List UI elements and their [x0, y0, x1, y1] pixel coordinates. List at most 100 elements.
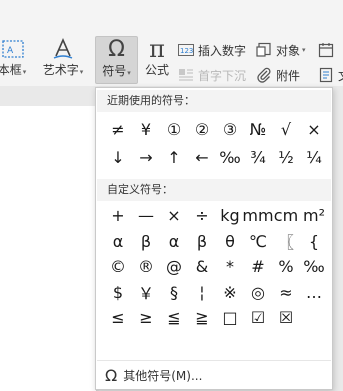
symbol-cell[interactable]: → — [132, 143, 160, 171]
text-document-label: 文 — [338, 67, 343, 84]
textbox-icon: A — [0, 36, 25, 62]
paperclip-icon — [256, 67, 272, 83]
symbol-cell[interactable]: kg — [216, 203, 244, 229]
text-document-button[interactable]: 文 — [318, 65, 343, 85]
insert-number-label: 插入数字 — [198, 43, 247, 58]
number-icon: 123 — [178, 42, 194, 58]
formula-label: 公式 — [144, 63, 169, 77]
symbol-cell[interactable]: ‰ — [216, 143, 244, 171]
object-label: 对象 — [276, 43, 301, 58]
ribbon-toolbar: A 本框▾ 艺术字▾ Ω 符号▾ π 公式 123 插入数字 首字下沉 对象 ▾… — [0, 0, 343, 86]
symbol-cell[interactable]: β — [188, 229, 216, 255]
symbol-cell[interactable]: ☑ — [244, 305, 272, 331]
symbol-cell[interactable]: ℃ — [244, 229, 272, 255]
more-symbols-label: 其他符号(M)... — [123, 368, 203, 383]
symbol-cell[interactable]: + — [104, 203, 132, 229]
textbox-label: 本框 — [0, 63, 22, 77]
symbol-cell[interactable]: ¼ — [300, 143, 328, 171]
custom-symbols-grid: + — × ÷ kg mm cm m² α β α β θ ℃ 〖{© ® @ & * #% ‰ $ ￥ § ¦ ※ ◎ ≈… ≤ ≥ ≦ ≧… — [104, 203, 328, 331]
symbol-cell[interactable]: × — [300, 115, 328, 143]
drop-cap-label: 首字下沉 — [198, 68, 247, 83]
chevron-down-icon: ▾ — [127, 69, 131, 77]
symbol-cell[interactable]: ® — [132, 254, 160, 280]
symbol-cell[interactable]: № — [244, 115, 272, 143]
symbol-cell[interactable]: * — [216, 254, 244, 280]
symbol-cell[interactable]: ≤ — [104, 305, 132, 331]
symbol-cell[interactable]: ≈ — [272, 280, 300, 306]
insert-number-button[interactable]: 123 插入数字 — [178, 40, 246, 60]
symbol-cell[interactable]: ¥ — [132, 115, 160, 143]
symbol-cell[interactable]: 〖 — [272, 229, 300, 255]
symbol-cell — [300, 305, 328, 331]
recent-symbols-heading: 近期使用的符号： — [97, 90, 331, 112]
recent-symbols-grid: ≠ ¥ ① ② ③ № √ × ↓ → ↑ ← ‰ ¾ ½ ¼ — [104, 115, 328, 171]
omega-icon: Ω — [108, 37, 125, 62]
symbol-cell[interactable]: $ — [104, 280, 132, 306]
symbol-cell[interactable]: … — [300, 280, 328, 306]
formula-button[interactable]: π 公式 — [142, 36, 172, 84]
pi-icon: π — [149, 35, 165, 63]
symbol-cell[interactable]: ½ — [272, 143, 300, 171]
textbox-button[interactable]: A 本框▾ — [0, 36, 30, 84]
symbol-cell[interactable]: √ — [272, 115, 300, 143]
symbol-cell[interactable]: mm — [242, 203, 273, 229]
symbol-cell[interactable]: θ — [216, 229, 244, 255]
symbol-cell[interactable]: ③ — [216, 115, 244, 143]
symbol-cell[interactable]: ≦ — [160, 305, 188, 331]
symbol-cell[interactable]: ÷ — [188, 203, 216, 229]
wordart-icon — [51, 36, 75, 62]
symbol-cell[interactable]: @ — [160, 254, 188, 280]
svg-text:123: 123 — [180, 47, 193, 55]
symbol-cell[interactable]: ← — [188, 143, 216, 171]
symbol-cell[interactable]: ② — [188, 115, 216, 143]
document-icon — [318, 67, 334, 83]
attachment-label: 附件 — [276, 68, 301, 83]
object-button[interactable]: 对象 ▾ — [256, 40, 306, 60]
symbol-cell[interactable]: ¾ — [244, 143, 272, 171]
symbol-cell[interactable]: ↑ — [160, 143, 188, 171]
symbol-cell[interactable]: α — [160, 229, 188, 255]
symbol-cell[interactable]: — — [132, 203, 160, 229]
symbol-cell[interactable]: { — [300, 229, 328, 255]
chevron-down-icon: ▾ — [22, 68, 27, 76]
chevron-down-icon: ▾ — [302, 46, 306, 54]
symbol-cell[interactable]: ① — [160, 115, 188, 143]
symbol-cell[interactable]: ※ — [216, 280, 244, 306]
symbol-cell[interactable]: ≠ — [104, 115, 132, 143]
symbol-cell[interactable]: % — [272, 254, 300, 280]
symbol-cell[interactable]: ☒ — [272, 305, 300, 331]
object-icon — [256, 42, 272, 58]
symbol-cell[interactable]: © — [104, 254, 132, 280]
omega-icon: Ω — [105, 365, 118, 385]
custom-symbols-heading: 自定义符号： — [97, 179, 331, 201]
symbol-cell[interactable]: cm — [272, 203, 300, 229]
wordart-button[interactable]: 艺术字▾ — [38, 36, 88, 84]
symbol-cell[interactable]: α — [104, 229, 132, 255]
svg-text:A: A — [7, 46, 14, 56]
symbol-button[interactable]: Ω 符号▾ — [95, 36, 138, 84]
attachment-button[interactable]: 附件 — [256, 65, 300, 85]
date-button[interactable] — [318, 40, 338, 60]
symbol-cell[interactable]: m² — [300, 203, 328, 229]
symbol-cell[interactable]: ‰ — [300, 254, 328, 280]
document-page[interactable] — [0, 106, 96, 391]
wordart-label: 艺术字 — [42, 63, 79, 77]
symbol-cell[interactable]: ≥ — [132, 305, 160, 331]
more-symbols-button[interactable]: Ω 其他符号(M)... — [97, 360, 331, 389]
symbol-cell[interactable]: ↓ — [104, 143, 132, 171]
symbol-cell[interactable]: ≧ — [188, 305, 216, 331]
symbol-cell[interactable]: & — [188, 254, 216, 280]
calendar-icon — [318, 42, 334, 58]
symbol-dropdown-panel: 近期使用的符号： ≠ ¥ ① ② ③ № √ × ↓ → ↑ ← ‰ ¾ ½ ¼ 自定义符号： + — × ÷ kg m… — [95, 87, 333, 390]
chevron-down-icon: ▾ — [79, 68, 84, 76]
drop-cap-button: 首字下沉 — [178, 65, 246, 85]
symbol-cell[interactable]: # — [244, 254, 272, 280]
symbol-cell[interactable]: β — [132, 229, 160, 255]
symbol-cell[interactable]: × — [160, 203, 188, 229]
drop-cap-icon — [178, 67, 194, 83]
symbol-cell[interactable]: ￥ — [132, 280, 160, 306]
symbol-cell[interactable]: ◎ — [244, 280, 272, 306]
symbol-cell[interactable]: § — [160, 280, 188, 306]
symbol-cell[interactable]: ¦ — [188, 280, 216, 306]
symbol-cell[interactable]: □ — [216, 305, 244, 331]
